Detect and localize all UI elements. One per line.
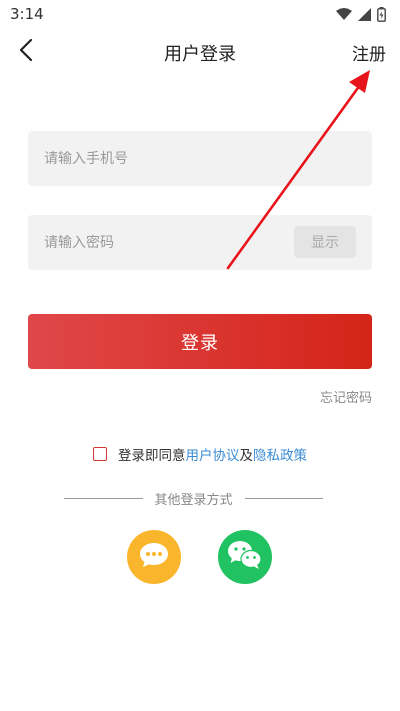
status-icons xyxy=(336,6,386,22)
divider-line-left xyxy=(64,498,143,499)
status-bar: 3:14 xyxy=(0,0,400,28)
agreement-row: 登录即同意 用户协议 及 隐私政策 xyxy=(0,444,400,464)
other-login-divider: 其他登录方式 xyxy=(64,489,324,508)
wifi-icon xyxy=(336,8,352,20)
register-link[interactable]: 注册 xyxy=(352,40,386,65)
login-screen: 3:14 用户登录 注册 请输入手机号 显示 登录 忘记密码 登录即同意 用户协… xyxy=(0,0,400,711)
header: 用户登录 注册 xyxy=(0,30,400,74)
phone-field xyxy=(28,131,372,186)
chat-bubble-icon xyxy=(138,541,170,573)
agreement-prefix: 登录即同意 xyxy=(118,448,186,464)
wechat-login-button[interactable] xyxy=(218,530,272,584)
other-login-label: 其他登录方式 xyxy=(154,493,233,508)
status-time: 3:14 xyxy=(10,5,44,23)
login-button[interactable]: 登录 xyxy=(28,314,372,369)
show-password-button[interactable]: 显示 xyxy=(294,226,356,258)
wechat-icon xyxy=(227,540,263,574)
phone-input[interactable] xyxy=(28,131,372,186)
divider-line-right xyxy=(244,498,324,499)
agreement-conjunction: 及 xyxy=(239,448,254,464)
signal-icon xyxy=(358,7,371,21)
forgot-password-link[interactable]: 忘记密码 xyxy=(320,387,372,406)
agreement-checkbox[interactable] xyxy=(93,447,107,461)
battery-icon xyxy=(377,6,386,22)
password-field: 显示 xyxy=(28,215,372,270)
sms-login-button[interactable] xyxy=(127,530,181,584)
privacy-policy-link[interactable]: 隐私政策 xyxy=(253,444,307,464)
user-agreement-link[interactable]: 用户协议 xyxy=(186,444,240,464)
page-title: 用户登录 xyxy=(164,44,236,65)
